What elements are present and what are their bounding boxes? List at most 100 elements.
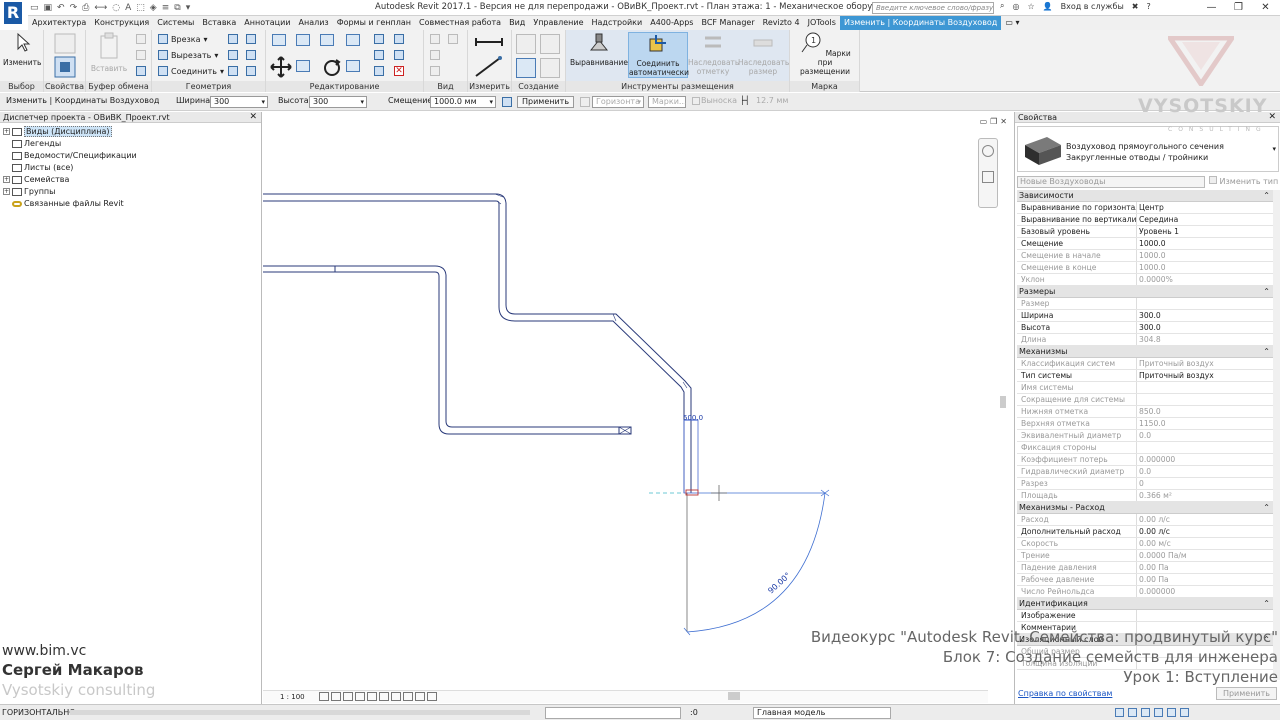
property-value[interactable]: Центр (1137, 202, 1273, 213)
3d-view-icon[interactable]: ⬚ (136, 3, 145, 13)
width-select[interactable]: 300 ▾ (210, 96, 268, 108)
text-icon[interactable]: A (125, 3, 131, 13)
split-icon[interactable] (374, 34, 384, 44)
property-section[interactable]: Механизмы ⌃ (1017, 346, 1273, 358)
undo-icon[interactable]: ↶ (57, 3, 65, 13)
tree-item[interactable]: Легенды (3, 138, 61, 149)
split-gap-icon[interactable] (394, 34, 404, 44)
hide-icon[interactable] (430, 34, 440, 44)
login-link[interactable]: Вход в службы (1061, 2, 1124, 11)
edit-type-button[interactable]: Изменить тип (1209, 176, 1278, 186)
type-props-button[interactable] (50, 32, 80, 84)
shadows-icon[interactable] (355, 692, 365, 701)
height-select[interactable]: 300 ▾ (309, 96, 367, 108)
property-value[interactable]: Середина (1137, 214, 1273, 225)
highlight-icon[interactable] (427, 692, 437, 701)
match-props-icon[interactable] (136, 66, 146, 76)
duct-run-lower[interactable] (263, 265, 632, 435)
select-by-face-icon[interactable] (1154, 708, 1163, 717)
tab-8[interactable]: Вид (505, 16, 529, 30)
close-icon[interactable]: ✕ (1268, 112, 1276, 123)
collapse-icon[interactable]: ⌃ (1263, 502, 1270, 514)
properties-apply-button[interactable]: Применить (1215, 687, 1277, 700)
slope-icon[interactable] (580, 97, 590, 107)
move-icon[interactable] (270, 56, 292, 78)
property-section[interactable]: Размеры ⌃ (1017, 286, 1273, 298)
detail-level-icon[interactable] (319, 692, 329, 701)
property-value[interactable]: 300.0 (1137, 322, 1273, 333)
select-links-icon[interactable] (1115, 708, 1124, 717)
view-restore-icon[interactable]: ❐ (990, 117, 997, 126)
tab-14[interactable]: JOTools (804, 16, 840, 30)
tab-11[interactable]: A400-Apps (646, 16, 697, 30)
array-icon[interactable] (374, 50, 384, 60)
property-value[interactable]: Приточный воздух (1137, 370, 1273, 381)
tags-button[interactable]: Марки... (648, 96, 687, 108)
tab-15[interactable]: Изменить | Координаты Воздуховод (839, 16, 1002, 30)
inherit-elevation-button[interactable]: Наследовать отметку (688, 32, 739, 76)
tab-7[interactable]: Совместная работа (415, 16, 505, 30)
user-icon[interactable]: 👤 (1043, 2, 1053, 11)
tree-item[interactable]: + Семейства (3, 174, 69, 185)
drag-elements-icon[interactable] (1167, 708, 1176, 717)
view-minimize-icon[interactable]: ▭ (980, 117, 988, 126)
override-icon[interactable] (448, 34, 458, 44)
property-section[interactable]: Зависимости ⌃ (1017, 190, 1273, 202)
select-pinned-icon[interactable] (1141, 708, 1150, 717)
dimension-icon[interactable] (474, 56, 504, 78)
property-value[interactable]: 1000.0 (1137, 238, 1273, 249)
properties-help-link[interactable]: Справка по свойствам (1018, 689, 1112, 698)
offset-select[interactable]: 1000.0 мм ▾ (430, 96, 496, 108)
paint-icon[interactable] (228, 50, 238, 60)
lock-offset-icon[interactable] (502, 97, 512, 107)
autoconnect-button[interactable]: Соединить автоматически (628, 32, 689, 78)
collapse-icon[interactable]: ⌃ (1263, 598, 1270, 610)
apply-button[interactable]: Применить (517, 96, 575, 108)
paste-button[interactable]: Вставить (90, 32, 128, 73)
inherit-size-button[interactable]: Наследовать размер (738, 32, 789, 76)
tab-5[interactable]: Анализ (295, 16, 333, 30)
tab-3[interactable]: Вставка (198, 16, 240, 30)
tab-4[interactable]: Аннотации (240, 16, 294, 30)
section-icon[interactable]: ◈ (150, 3, 157, 13)
drawing-area[interactable]: 500.0 90.00° ▭ ❐ ✕ 1 : 100 (263, 112, 1013, 704)
expand-icon[interactable]: + (3, 188, 10, 195)
duct-run-upper[interactable] (263, 193, 692, 493)
tab-12[interactable]: BCF Manager (697, 16, 758, 30)
chevron-down-icon[interactable]: ▾ (1272, 145, 1276, 153)
search-icon[interactable]: ⌕ (1000, 1, 1004, 11)
tag-icon[interactable]: ◌ (112, 3, 120, 13)
tab-options-icon[interactable]: ▭ ▾ (1001, 16, 1023, 30)
tab-9[interactable]: Управление (529, 16, 587, 30)
sun-path-icon[interactable] (343, 692, 353, 701)
leader-length[interactable]: 12.7 мм (756, 96, 788, 105)
tab-1[interactable]: Конструкция (90, 16, 153, 30)
select-underlay-icon[interactable] (1128, 708, 1137, 717)
modify-button[interactable]: Изменить (3, 32, 41, 67)
tree-item[interactable]: Ведомости/Спецификации (3, 150, 137, 161)
tree-item[interactable]: + Виды (Дисциплина) (3, 126, 112, 137)
leader-checkbox[interactable] (692, 97, 700, 105)
offset-icon[interactable] (296, 34, 310, 46)
cutout-button[interactable]: Вырезать ▾ (158, 50, 218, 60)
property-value[interactable]: 0.00 л/с (1137, 526, 1273, 537)
collapse-icon[interactable]: ⌃ (1263, 190, 1270, 202)
crop-icon[interactable] (367, 692, 377, 701)
tree-item[interactable]: Связанные файлы Revit (3, 198, 124, 209)
dimension-label[interactable]: 500.0 (683, 414, 703, 422)
property-section[interactable]: Идентификация ⌃ (1017, 598, 1273, 610)
thin-lines-icon[interactable]: ≡ (162, 3, 170, 13)
close-icon[interactable]: ✕ (249, 112, 257, 123)
tab-10[interactable]: Надстройки (588, 16, 647, 30)
collapse-icon[interactable]: ⌃ (1263, 346, 1270, 358)
cut-icon[interactable] (136, 50, 146, 60)
star-icon[interactable]: ☆ (1027, 2, 1034, 11)
save-icon[interactable]: ▣ (44, 3, 53, 13)
open-icon[interactable]: ▭ (30, 3, 39, 13)
tag-on-placement-button[interactable]: 1 Марки при размещении (792, 32, 858, 76)
demolish-icon[interactable] (228, 66, 238, 76)
tree-item[interactable]: Листы (все) (3, 162, 73, 173)
measure-icon[interactable]: ⟷ (94, 3, 107, 13)
search-input[interactable]: Введите ключевое слово/фразу (872, 2, 994, 14)
qat-dropdown-icon[interactable]: ▾ (186, 3, 191, 13)
